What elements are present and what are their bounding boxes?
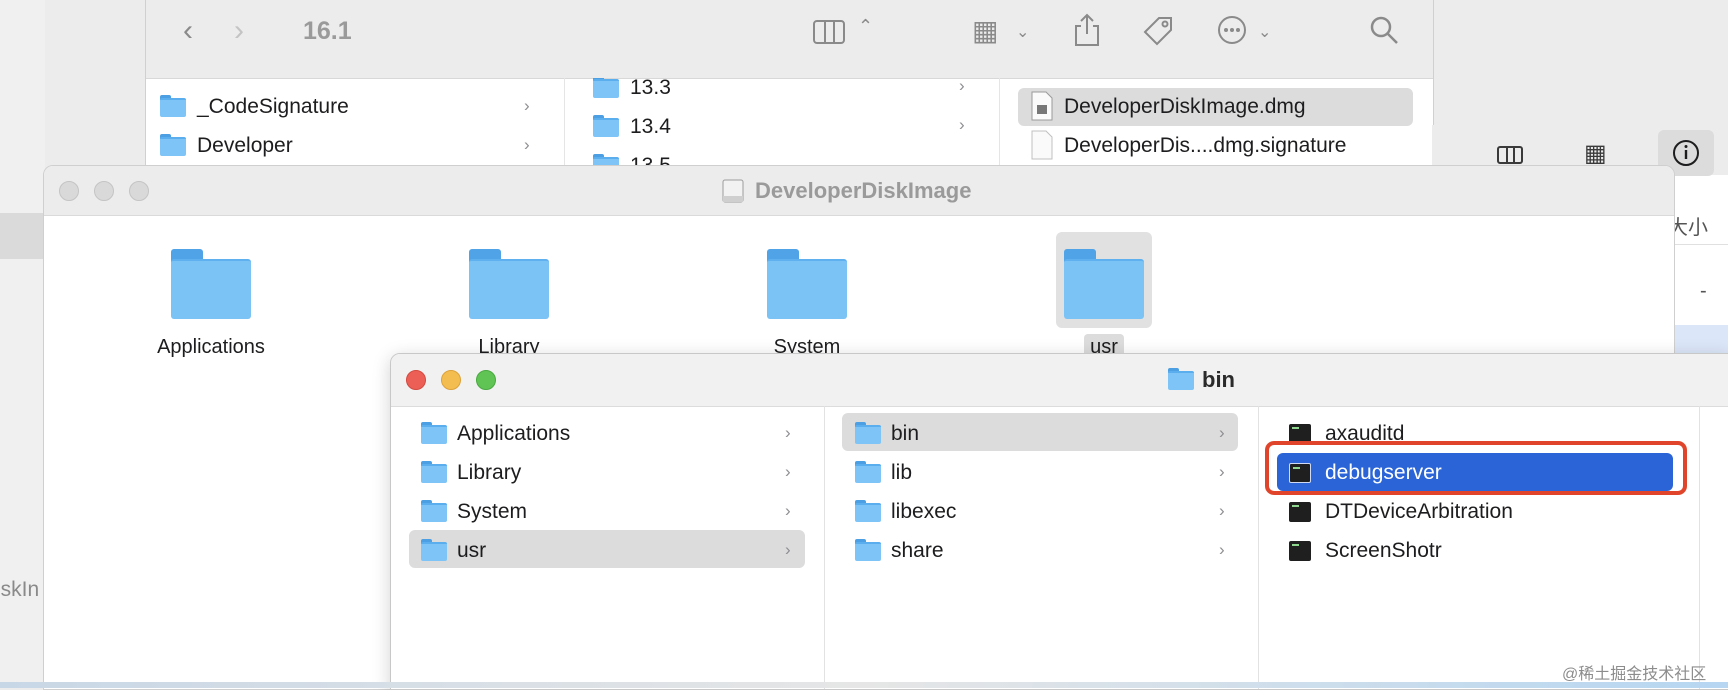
back-window-title: 16.1 [303, 17, 352, 45]
close-button[interactable] [406, 370, 426, 390]
forward-nav-icon[interactable]: › [234, 14, 244, 48]
column-2: bin › lib › libexec › share › [825, 406, 1259, 689]
list-item[interactable]: DeveloperDis....dmg.signature [1064, 134, 1346, 158]
middle-window-title: DeveloperDiskImage [755, 178, 972, 203]
minimize-button[interactable] [441, 370, 461, 390]
applications-folder-icon[interactable] [171, 249, 251, 319]
chevron-right-icon: › [785, 423, 791, 442]
chevron-right-icon: › [959, 78, 965, 95]
minimize-button[interactable] [94, 181, 114, 201]
back-toolbar: ‹ › 16.1 ⌃ ▦ ⌄ ⌄ [146, 0, 1433, 79]
chevron-right-icon: › [524, 96, 530, 115]
size-value: - [1700, 280, 1707, 302]
list-item[interactable]: System [457, 500, 527, 524]
system-folder-icon[interactable] [767, 249, 847, 319]
folder-icon [593, 115, 619, 137]
library-folder-icon[interactable] [469, 249, 549, 319]
more-chevron-down-icon[interactable]: ⌄ [1258, 22, 1271, 42]
left-selected-row [0, 213, 45, 259]
folder-icon [855, 422, 881, 444]
usr-folder-icon[interactable] [1064, 249, 1144, 319]
grid-group-icon[interactable]: ▦ [972, 14, 998, 47]
list-item[interactable]: usr [457, 539, 486, 563]
view-chevron-icon[interactable]: ⌃ [858, 16, 873, 37]
list-item[interactable]: DTDeviceArbitration [1325, 500, 1513, 524]
list-item[interactable]: Library [457, 461, 521, 485]
tag-icon[interactable] [1141, 14, 1175, 48]
list-item[interactable]: bin [891, 422, 919, 446]
panel-grid-icon[interactable]: ▦ [1584, 139, 1607, 168]
list-item[interactable]: lib [891, 461, 912, 485]
folder-icon [855, 461, 881, 483]
folder-icon [421, 500, 447, 522]
middle-titlebar: DeveloperDiskImage [44, 166, 1674, 216]
list-item[interactable]: libexec [891, 500, 956, 524]
executable-icon [1289, 502, 1311, 522]
column-3: axauditd debugserver DTDeviceArbitration… [1259, 406, 1700, 689]
folder-label[interactable]: Applications [149, 336, 273, 359]
list-item[interactable]: 13.4 [630, 115, 671, 139]
list-item[interactable]: _CodeSignature [197, 95, 349, 119]
executable-icon [1289, 541, 1311, 561]
folder-icon [421, 539, 447, 561]
folder-icon [160, 134, 186, 156]
list-item[interactable]: Applications [457, 422, 570, 446]
signature-file-icon [1031, 130, 1053, 160]
list-item[interactable]: 13.3 [630, 78, 671, 100]
folder-icon [855, 500, 881, 522]
list-item[interactable]: ScreenShotr [1325, 539, 1442, 563]
back-finder-window: ‹ › 16.1 ⌃ ▦ ⌄ ⌄ _CodeSignature › Develo… [145, 0, 1434, 180]
folder-icon [421, 461, 447, 483]
share-icon[interactable] [1072, 12, 1102, 48]
zoom-button[interactable] [476, 370, 496, 390]
column-view-icon[interactable] [813, 20, 845, 44]
folder-icon [593, 78, 619, 98]
zoom-button[interactable] [129, 181, 149, 201]
panel-column-view-icon[interactable] [1497, 146, 1523, 164]
list-item[interactable]: DeveloperDiskImage.dmg [1064, 95, 1306, 119]
chevron-right-icon: › [785, 501, 791, 520]
chevron-right-icon: › [785, 540, 791, 559]
info-icon [1673, 140, 1699, 166]
chevron-right-icon: › [785, 462, 791, 481]
bin-finder-window: bin Applications › Library › System › us… [390, 353, 1728, 690]
folder-icon [1168, 368, 1194, 390]
chevron-right-icon: › [1219, 462, 1225, 481]
disk-image-icon [722, 179, 744, 203]
highlight-annotation-box [1265, 441, 1687, 495]
folder-icon [160, 95, 186, 117]
back-nav-icon[interactable]: ‹ [183, 14, 193, 48]
grid-chevron-down-icon[interactable]: ⌄ [1016, 22, 1029, 42]
front-window-title: bin [1202, 367, 1235, 392]
left-background-window: iskIn [0, 0, 45, 688]
folder-icon [855, 539, 881, 561]
dmg-file-icon [1031, 91, 1053, 121]
more-options-icon[interactable] [1216, 14, 1248, 46]
search-icon[interactable] [1368, 14, 1400, 46]
watermark: @稀土掘金技术社区 [1562, 666, 1707, 683]
list-item[interactable]: Developer [197, 134, 293, 158]
folder-icon [421, 422, 447, 444]
list-item[interactable]: share [891, 539, 944, 563]
chevron-right-icon: › [959, 115, 965, 134]
close-button[interactable] [59, 181, 79, 201]
chevron-right-icon: › [1219, 540, 1225, 559]
chevron-right-icon: › [1219, 501, 1225, 520]
column-1: Applications › Library › System › usr › [391, 406, 825, 689]
chevron-right-icon: › [1219, 423, 1225, 442]
bottom-gradient-strip [0, 682, 1728, 688]
chevron-right-icon: › [524, 135, 530, 154]
left-edge-label: iskIn [0, 578, 40, 601]
front-titlebar: bin [391, 354, 1728, 407]
